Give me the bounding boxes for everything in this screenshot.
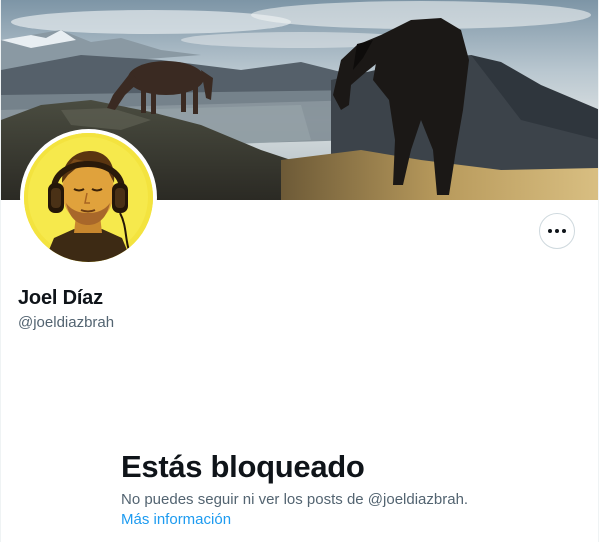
- more-horizontal-icon: [548, 229, 566, 233]
- profile-avatar[interactable]: [20, 129, 157, 266]
- profile-display-name: Joel Díaz: [18, 287, 103, 309]
- blocked-title: Estás bloqueado: [121, 449, 365, 484]
- blocked-notice: Estás bloqueado No puedes seguir ni ver …: [121, 448, 561, 530]
- learn-more-link[interactable]: Más información: [121, 510, 231, 530]
- blocked-description: No puedes seguir ni ver los posts de @jo…: [121, 491, 469, 508]
- more-options-button[interactable]: [539, 213, 575, 249]
- profile-page: Joel Díaz @joeldiazbrah Estás bloqueado …: [0, 0, 599, 542]
- profile-handle: @joeldiazbrah: [18, 314, 115, 331]
